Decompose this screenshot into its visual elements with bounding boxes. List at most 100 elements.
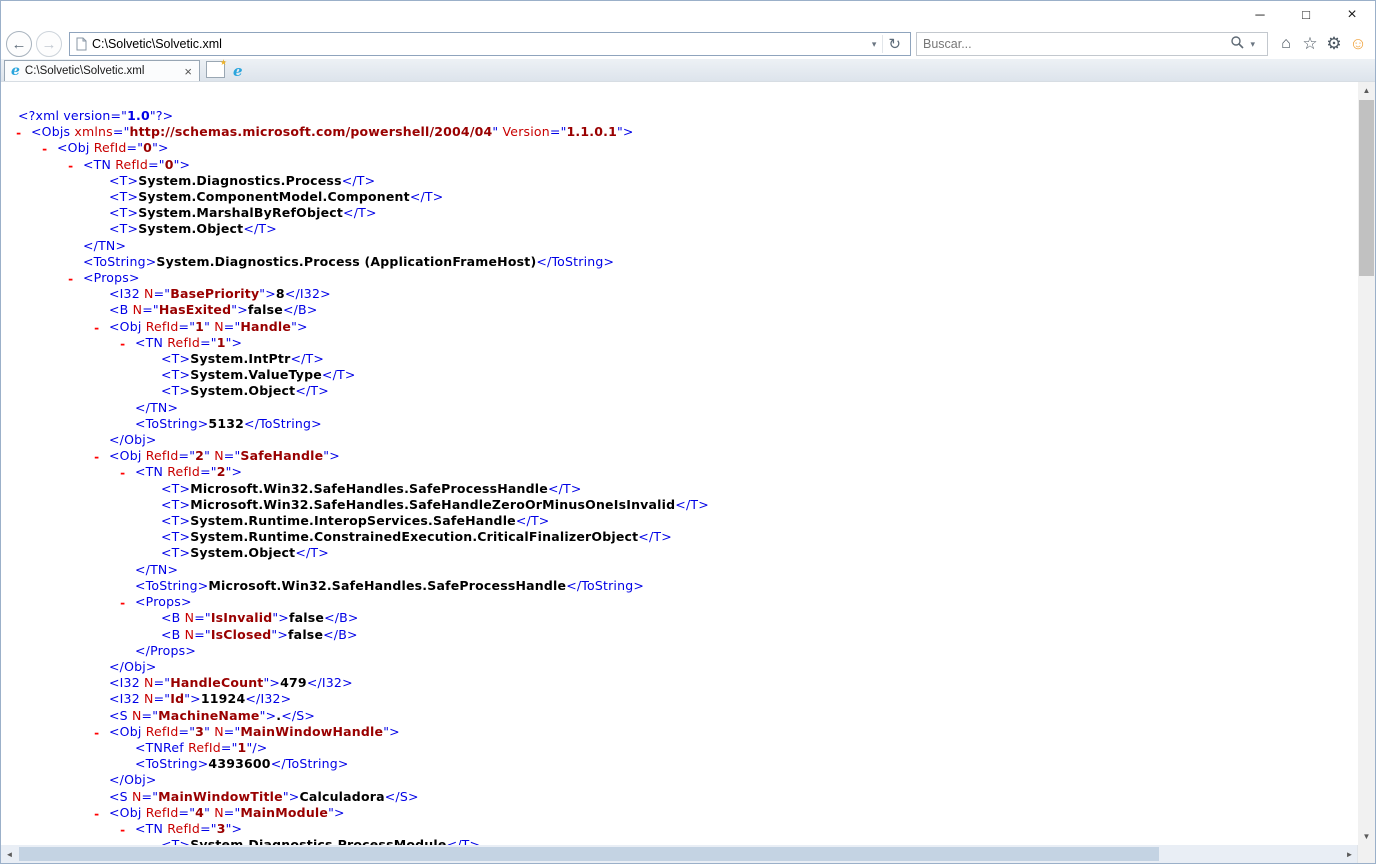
collapse-toggle[interactable]: - [93, 449, 100, 465]
scroll-right-button[interactable]: ► [1341, 850, 1358, 859]
xml-token: <Objs [31, 124, 75, 140]
titlebar[interactable]: ─ □ × [1, 1, 1375, 29]
maximize-button[interactable]: □ [1283, 1, 1329, 28]
scroll-up-button[interactable]: ▲ [1358, 82, 1375, 99]
xml-token: =" [178, 318, 196, 334]
scroll-down-button[interactable]: ▼ [1358, 828, 1375, 845]
search-dropdown-caret-icon[interactable]: ▾ [1244, 39, 1261, 50]
xml-token: RefId [167, 820, 201, 836]
ie-icon[interactable]: e [233, 64, 243, 79]
xml-token: Microsoft.Win32.SafeHandles.SafeHandleZe… [190, 496, 676, 512]
collapse-toggle[interactable]: - [93, 725, 100, 741]
horizontal-scrollbar[interactable]: ◄ ► [1, 845, 1375, 863]
xml-token: RefId [145, 448, 179, 464]
xml-token: N [214, 318, 224, 334]
xml-token: xmlns [74, 124, 113, 140]
xml-token: =" [194, 626, 211, 642]
search-icon[interactable] [1230, 35, 1245, 54]
address-dropdown-caret-icon[interactable]: ▾ [866, 39, 883, 50]
xml-line: <T>Microsoft.Win32.SafeHandles.SafeProce… [1, 481, 1358, 497]
close-button[interactable]: × [1329, 1, 1375, 28]
collapse-toggle[interactable]: - [119, 465, 126, 481]
minimize-button[interactable]: ─ [1237, 1, 1283, 28]
collapse-toggle[interactable]: - [93, 806, 100, 822]
horizontal-scroll-thumb[interactable] [19, 847, 1159, 861]
xml-token: </Obj> [109, 432, 157, 448]
collapse-toggle[interactable]: - [15, 125, 22, 141]
content-area: <?xml version="1.0"?> - <Objs xmlns="http:… [1, 82, 1375, 845]
xml-line: - <Obj RefId="0"> [1, 140, 1358, 156]
refresh-icon[interactable]: ↻ [882, 35, 906, 53]
home-icon[interactable]: ⌂ [1274, 32, 1298, 56]
xml-token: <?xml version=" [18, 108, 128, 123]
xml-line: <B N="IsInvalid">false</B> [1, 610, 1358, 626]
xml-token: "> [272, 610, 289, 626]
collapse-toggle[interactable]: - [67, 158, 74, 174]
xml-line: - <Obj RefId="2" N="SafeHandle"> [1, 448, 1358, 464]
favorites-star-icon[interactable]: ☆ [1298, 32, 1322, 56]
xml-token: </ToString> [270, 756, 349, 772]
xml-line: <T>System.Runtime.ConstrainedExecution.C… [1, 529, 1358, 545]
xml-token: N [131, 788, 142, 804]
xml-token: <T> [161, 529, 191, 545]
xml-token: <ToString> [135, 415, 209, 431]
xml-line: <?xml version="1.0"?> [1, 108, 1358, 124]
xml-token: <T> [161, 545, 191, 561]
xml-line: </TN> [1, 400, 1358, 416]
xml-token: </T> [446, 837, 481, 845]
xml-line: <B N="HasExited">false</B> [1, 302, 1358, 318]
collapse-toggle[interactable]: - [67, 271, 74, 287]
tab-close-button[interactable]: × [181, 64, 195, 79]
xml-token: </TN> [135, 399, 179, 415]
xml-token: =" [141, 788, 159, 804]
xml-token: "> [616, 124, 634, 140]
xml-token: =" [141, 707, 159, 723]
collapse-toggle[interactable]: - [119, 822, 126, 838]
xml-token: Microsoft.Win32.SafeHandles.SafeProcessH… [190, 480, 548, 496]
xml-token: System.Diagnostics.Process [138, 172, 342, 188]
collapse-toggle[interactable]: - [119, 595, 126, 611]
xml-token: MainWindowHandle [240, 723, 384, 739]
feedback-smiley-icon[interactable]: ☺ [1346, 32, 1370, 56]
xml-token: N [144, 675, 154, 691]
xml-line: <T>System.Diagnostics.ProcessModule</T> [1, 837, 1358, 845]
xml-token: </I32> [306, 675, 353, 691]
xml-line: <T>System.Object</T> [1, 221, 1358, 237]
xml-token: </B> [324, 610, 359, 626]
back-button[interactable]: ← [6, 31, 32, 57]
xml-token: false [288, 626, 324, 642]
xml-token: "> [259, 707, 277, 723]
forward-button[interactable]: → [36, 31, 62, 57]
collapse-toggle[interactable]: - [119, 336, 126, 352]
tab[interactable]: e C:\Solvetic\Solvetic.xml × [4, 60, 200, 81]
xml-token: <T> [109, 205, 139, 221]
xml-token: <TN [135, 334, 168, 350]
xml-line: <I32 N="BasePriority">8</I32> [1, 286, 1358, 302]
scroll-left-button[interactable]: ◄ [1, 850, 18, 859]
xml-token: IsInvalid [210, 610, 273, 626]
url-text[interactable]: C:\Solvetic\Solvetic.xml [92, 37, 866, 51]
xml-line: - <Props> [1, 270, 1358, 286]
new-tab-button[interactable]: ★ [206, 58, 227, 78]
xml-token: 2 [216, 464, 226, 480]
xml-line: <ToString>4393600</ToString> [1, 756, 1358, 772]
vertical-scroll-thumb[interactable] [1359, 100, 1374, 276]
xml-token: </T> [547, 480, 582, 496]
xml-token: HasExited [158, 302, 232, 318]
xml-token: RefId [167, 464, 201, 480]
xml-token: BasePriority [170, 286, 260, 302]
collapse-toggle[interactable]: - [41, 141, 48, 157]
xml-token: </T> [638, 529, 672, 545]
vertical-scrollbar[interactable]: ▲ ▼ [1358, 82, 1375, 845]
search-input[interactable]: Buscar... [923, 37, 1230, 51]
collapse-toggle[interactable]: - [93, 320, 100, 336]
scrollbar-corner [1357, 845, 1375, 863]
settings-gear-icon[interactable]: ⚙ [1322, 32, 1346, 56]
xml-token: false [288, 610, 325, 626]
search-box[interactable]: Buscar... ▾ [916, 32, 1268, 56]
address-bar[interactable]: C:\Solvetic\Solvetic.xml ▾ ↻ [69, 32, 911, 56]
xml-token: =" [549, 124, 567, 140]
xml-token: "> [323, 448, 340, 464]
xml-token: <I32 [109, 691, 145, 707]
xml-tree: <?xml version="1.0"?> - <Objs xmlns="http:… [1, 82, 1358, 845]
